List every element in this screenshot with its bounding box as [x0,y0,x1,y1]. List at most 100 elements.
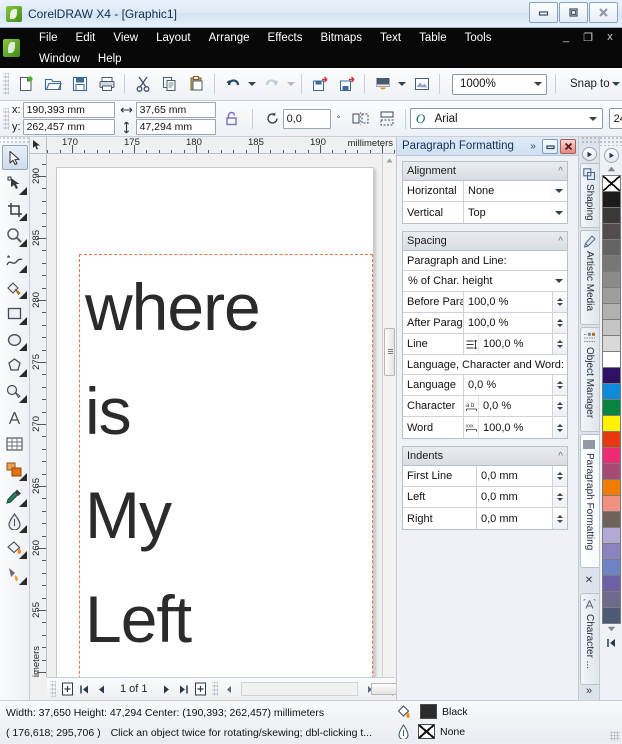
palette-swatch[interactable] [602,399,621,416]
fill-tool[interactable] [2,535,28,560]
docker-expand-button[interactable]: » [525,139,541,154]
palette-swatch[interactable] [602,335,621,352]
outline-color-row[interactable]: None [397,724,465,739]
add-page-after-button[interactable] [192,681,209,698]
language-spacing-spinner[interactable] [552,375,567,395]
palette-swatch[interactable] [602,415,621,432]
document-icon[interactable] [3,39,20,57]
text-line[interactable]: My [80,463,372,567]
palette-scroll-home-button[interactable] [602,635,621,651]
x-position-input[interactable]: 190,393 mm [23,102,115,118]
undo-dropdown-button[interactable] [246,72,258,97]
word-spacing-spinner[interactable] [552,417,567,438]
close-icon[interactable]: ✕ [585,575,593,586]
chevron-up-icon[interactable]: ^ [558,236,563,247]
first-line-indent-value[interactable]: 0,0 mm [477,466,552,486]
after-paragraph-spinner[interactable] [552,313,567,333]
pick-tool[interactable] [2,145,28,170]
zoom-level-combo[interactable]: 1000% [452,74,547,95]
close-button[interactable] [589,2,618,23]
add-page-before-button[interactable] [59,681,76,698]
font-name-combo[interactable]: O Arial [410,108,603,129]
mirror-horizontal-icon[interactable] [348,106,373,131]
palette-grip[interactable] [600,137,622,146]
eyedropper-tool[interactable] [2,483,28,508]
font-name-dropdown-button[interactable] [585,117,602,121]
mdi-minimize-button[interactable]: _ [560,31,572,44]
freehand-tool[interactable] [2,249,28,274]
last-page-button[interactable] [175,681,192,698]
scrollbar-thumb[interactable] [384,328,395,376]
palette-swatch[interactable] [602,223,621,240]
spacing-mode-combo[interactable]: % of Char. height [403,271,567,292]
text-line[interactable]: is [80,359,372,463]
palette-swatch[interactable] [602,271,621,288]
menu-item-text[interactable]: Text [371,28,410,49]
new-icon[interactable] [13,72,38,97]
docker-tab-artistic-media[interactable]: Artistic Media [580,230,599,326]
next-page-button[interactable] [158,681,175,698]
property-bar-grip[interactable] [3,108,9,130]
palette-swatch[interactable] [602,543,621,560]
menu-item-layout[interactable]: Layout [147,28,200,49]
canvas-horizontal-scrollbar[interactable] [241,682,358,696]
menu-item-window[interactable]: Window [30,49,89,68]
save-icon[interactable] [67,72,92,97]
right-indent-spinner[interactable] [552,508,567,529]
chevron-up-icon[interactable]: ^ [558,451,563,462]
scroll-up-button[interactable] [383,154,395,167]
drawing-canvas[interactable]: where is My Left [47,154,395,677]
palette-swatch[interactable] [602,367,621,384]
palette-swatch[interactable] [602,383,621,400]
hscroll-left-button[interactable] [221,681,238,698]
word-spacing-value[interactable]: 100,0 % [479,417,552,438]
horizontal-ruler[interactable]: 170 175 180 185 190 millimeters [47,137,395,154]
palette-swatch[interactable] [602,287,621,304]
copy-icon[interactable] [157,72,182,97]
before-paragraph-spinner[interactable] [552,292,567,312]
palette-swatch[interactable] [602,191,621,208]
outline-color-swatch[interactable] [418,724,435,739]
prev-page-button[interactable] [93,681,110,698]
docker-minimize-button[interactable] [542,139,558,154]
polygon-tool[interactable] [2,353,28,378]
palette-swatch[interactable] [602,239,621,256]
ellipse-tool[interactable] [2,327,28,352]
window-resize-grip[interactable] [610,731,620,741]
export-icon[interactable] [334,72,359,97]
menu-item-file[interactable]: File [30,28,67,49]
lock-ratio-icon[interactable] [221,111,243,126]
text-tool[interactable] [2,405,28,430]
text-line[interactable]: where [80,255,372,359]
paragraph-text-frame[interactable]: where is My Left [79,254,373,677]
smart-fill-tool[interactable] [2,275,28,300]
scrollbar-thumb[interactable] [371,683,398,695]
vertical-ruler[interactable]: 290 285 280 275 270 265 260 255 millimet… [30,154,47,677]
navigator-inner-grip[interactable] [212,682,218,696]
docker-tabs-expand-button[interactable]: » [586,685,592,697]
chevron-up-icon[interactable]: ^ [558,166,563,177]
navigator-grip[interactable] [50,681,56,697]
blend-tool[interactable] [2,457,28,482]
palette-swatch[interactable] [602,479,621,496]
palette-swatch[interactable] [602,447,621,464]
menu-item-effects[interactable]: Effects [259,28,312,49]
spacing-mode-dropdown[interactable] [550,279,567,283]
fill-color-row[interactable]: Black [397,704,468,719]
ruler-origin-button[interactable] [30,137,47,154]
palette-swatch[interactable] [602,495,621,512]
first-page-button[interactable] [76,681,93,698]
print-icon[interactable] [94,72,119,97]
palette-swatch[interactable] [602,559,621,576]
right-indent-value[interactable]: 0,0 mm [477,508,552,529]
docker-tab-shaping[interactable]: Shaping [580,163,599,228]
open-icon[interactable] [40,72,65,97]
snap-to-label[interactable]: Snap to [570,78,610,90]
zoom-dropdown-button[interactable] [530,82,546,86]
paste-icon[interactable] [184,72,209,97]
language-spacing-value[interactable]: 0,0 % [464,375,552,395]
corel-connect-icon[interactable] [409,72,434,97]
palette-scroll-down-button[interactable] [602,623,621,635]
redo-dropdown-button[interactable] [285,72,297,97]
palette-swatch[interactable] [602,351,621,368]
